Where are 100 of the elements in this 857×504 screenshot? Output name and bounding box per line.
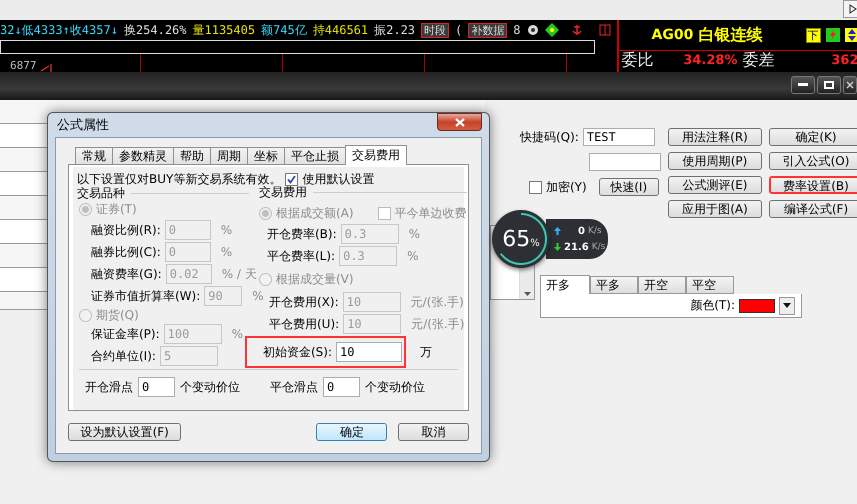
arrows-icon[interactable] [844, 28, 857, 42]
unit-label: 个变动价位 [180, 378, 240, 396]
field-label: 融资费率(G): [91, 266, 162, 282]
upload-speed: 0 [578, 226, 585, 236]
usage-percent: 65 [502, 226, 530, 252]
signal-tab[interactable]: 平空 [686, 276, 734, 294]
diff-label: 委差 [742, 50, 774, 71]
radio-label: 期货(Q) [96, 306, 139, 324]
dialog-tab[interactable]: 帮助 [173, 147, 211, 165]
lightning-icon[interactable] [826, 28, 840, 42]
dialog-button[interactable]: 确定 [316, 423, 388, 441]
upload-arrow-icon [554, 227, 561, 235]
period-badge[interactable]: 时段 [421, 22, 450, 38]
quote-field: 32↓低4333↑收4357↓ [0, 22, 118, 38]
maximize-button[interactable] [817, 76, 841, 94]
field-label: 融券比例(C): [91, 244, 161, 260]
unit-label: % / 天 [222, 266, 257, 282]
field-label: 开仓滑点 [85, 378, 133, 396]
anchor-icon[interactable] [570, 24, 582, 36]
input-field[interactable]: 0 [138, 377, 175, 397]
quote-field: 振2.23 [374, 22, 416, 38]
unit-label: % [252, 289, 264, 303]
default-checkbox[interactable] [285, 172, 298, 186]
field-label: 平仓费率(L): [267, 248, 336, 264]
action-button[interactable]: 引入公式(O) [769, 152, 857, 170]
dialog-tab[interactable]: 交易费用 [345, 145, 407, 165]
unit-label: 万 [420, 344, 432, 360]
diamond-icon[interactable] [544, 23, 558, 37]
quote-field: 额745亿 [261, 22, 307, 38]
color-label: 颜色(T): [690, 297, 735, 314]
ratio-value: 34.28% [682, 53, 738, 68]
price-label: 6877 [10, 59, 36, 72]
percent-unit: % [530, 238, 540, 248]
dropdown-button[interactable] [779, 296, 795, 314]
signal-tab[interactable]: 开多 [540, 275, 590, 294]
ratio-label: 委比 [622, 50, 654, 71]
signal-tab[interactable]: 开空 [638, 276, 686, 294]
shortcut-field[interactable]: TEST [582, 128, 655, 146]
field-label: 平仓滑点 [270, 378, 318, 396]
unit-label: % [407, 249, 418, 263]
quote-digit: 8 [513, 23, 520, 37]
close-icon [846, 81, 854, 89]
speed-unit: K/s [588, 226, 602, 236]
radio-label: 证券(T) [96, 200, 137, 218]
action-button[interactable]: 确定(K) [769, 128, 857, 146]
field-label: 初始资金(S): [263, 344, 332, 360]
notice-text: 以下设置仅对BUY等新交易系统有效。 [77, 170, 282, 186]
input-field[interactable]: 0 [323, 377, 360, 397]
flag-badge[interactable]: 下 [806, 28, 820, 42]
gear-icon[interactable] [526, 24, 538, 36]
price-mark-icon [40, 62, 54, 72]
action-button[interactable]: 费率设置(B) [769, 176, 857, 194]
action-button[interactable]: 公式测评(E) [668, 176, 762, 194]
group-title: 交易费用 [259, 184, 307, 200]
maximize-icon [824, 81, 834, 89]
contract-name: 白银连续 [698, 24, 764, 46]
close-button[interactable] [843, 76, 857, 94]
check-icon [287, 174, 296, 184]
unit-label: % [220, 245, 232, 259]
minimize-icon [798, 83, 808, 87]
bracket-text: ( [455, 23, 462, 37]
dialog-tab[interactable]: 参数精灵 [112, 147, 174, 165]
dialog-button[interactable]: 取消 [398, 423, 470, 441]
dialog-tab[interactable]: 坐标 [247, 147, 285, 165]
scroll-down-icon[interactable] [524, 292, 530, 296]
close-button[interactable] [437, 113, 482, 131]
group-title: 交易品种 [77, 185, 125, 202]
fill-data-badge[interactable]: 补数据 [468, 22, 508, 38]
play-icon [848, 4, 856, 14]
action-button[interactable]: 应用于图(A) [668, 200, 762, 218]
dialog-tab[interactable]: 常规 [75, 147, 113, 165]
unit-label: 元/(张.手) [411, 316, 464, 332]
action-button[interactable]: 编译公式(F) [769, 200, 857, 218]
speed-unit: K/s [592, 242, 606, 252]
panel-toggle-icon[interactable] [598, 24, 610, 36]
dialog-title: 公式属性 [56, 117, 109, 134]
unit-label: 个变动价位 [365, 378, 425, 396]
scroll-right-button[interactable] [842, 0, 857, 18]
encrypt-label: 加密(Y) [546, 178, 587, 196]
unit-label: % [232, 327, 244, 341]
close-icon [454, 118, 464, 126]
dialog-tab[interactable]: 平仓止损 [284, 147, 346, 165]
field-label: 融资比例(R): [91, 222, 161, 238]
input-field[interactable] [589, 153, 661, 171]
action-button[interactable]: 用法注释(R) [668, 128, 762, 146]
signal-tab[interactable]: 平多 [590, 276, 638, 294]
action-button[interactable]: 使用周期(P) [668, 152, 762, 170]
download-arrow-icon [554, 243, 561, 251]
color-swatch[interactable] [739, 298, 775, 312]
minimize-button[interactable] [791, 76, 815, 94]
shortcut-label: 快捷码(Q): [520, 128, 579, 146]
encrypt-checkbox[interactable] [529, 180, 542, 194]
diff-value: 362 [830, 53, 857, 68]
checkbox-label: 平今单边收费 [394, 204, 467, 222]
quote-field: 量1135405 [192, 22, 256, 38]
dialog-tab[interactable]: 周期 [210, 147, 248, 165]
dialog-button[interactable]: 设为默认设置(F) [68, 423, 182, 441]
fast-button[interactable]: 快速(I) [598, 178, 659, 196]
input-field[interactable]: 10 [336, 342, 402, 362]
field-label: 开仓费用(X): [269, 294, 339, 310]
